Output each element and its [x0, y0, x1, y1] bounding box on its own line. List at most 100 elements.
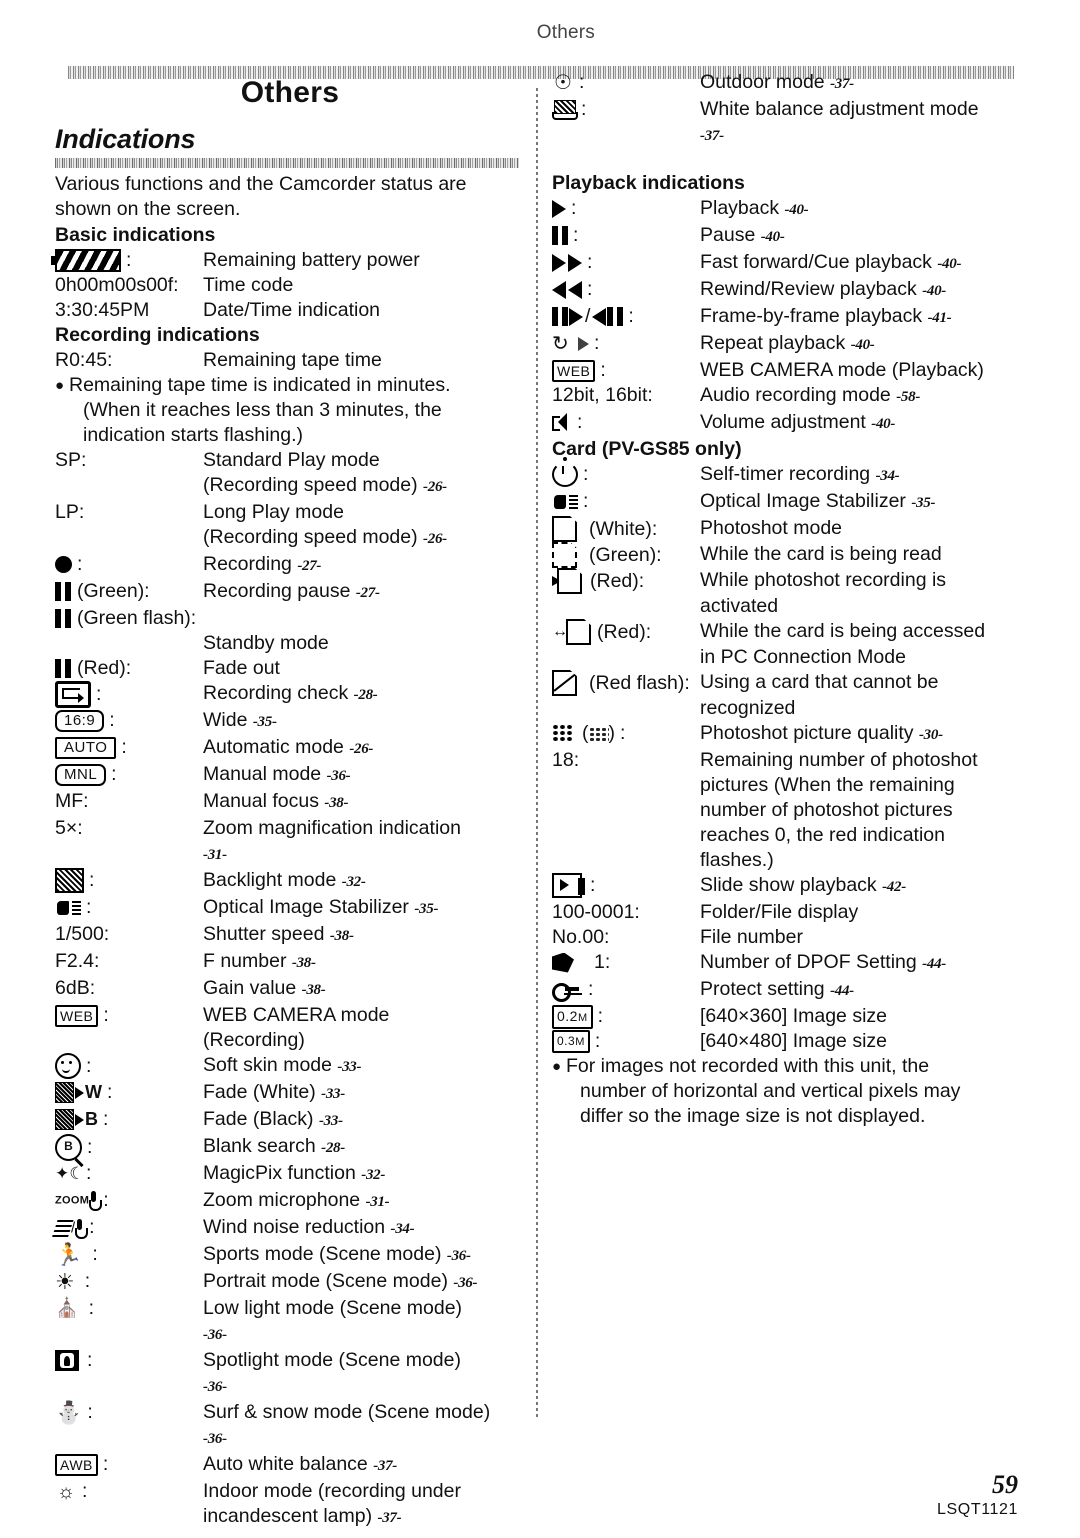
list-item: : Spotlight mode (Scene mode) — [55, 1348, 525, 1373]
desc-size-02m: [640×360] Image size — [700, 1005, 888, 1027]
frame-by-frame-icon: / — [552, 304, 624, 329]
term-audio-mode: 12bit, 16bit: — [552, 384, 653, 406]
list-item: /: Frame-by-frame playback -41- — [552, 304, 1022, 331]
list-item: : Self-timer recording -34- — [552, 457, 1022, 489]
desc-surf-snow: Surf & snow mode (Scene mode) — [203, 1401, 491, 1423]
term-manual: MNL: — [55, 762, 203, 787]
desc-card-write-cont: activated — [700, 595, 779, 617]
page-ref: -37- — [700, 128, 724, 144]
list-item-cont: -36- — [55, 1321, 525, 1348]
page-ref: -26- — [423, 479, 447, 495]
document-code: LSQT1121 — [937, 1501, 1018, 1518]
fast-forward-icon — [552, 250, 582, 275]
list-item: ☀: Portrait mode (Scene mode) -36- — [55, 1269, 525, 1296]
list-item: AUTO: Automatic mode -26- — [55, 735, 525, 762]
desc-wide: Wide — [203, 709, 248, 731]
spotlight-mode-icon — [55, 1350, 79, 1371]
list-item: : Optical Image Stabilizer -35- — [55, 895, 525, 922]
term-fast-forward: : — [552, 250, 700, 275]
column-divider — [536, 88, 538, 1418]
desc-card-access-cont: in PC Connection Mode — [700, 646, 906, 668]
page-ref: -36- — [203, 1327, 227, 1343]
desc-shutter: Shutter speed — [203, 923, 325, 945]
term-fnumber: F2.4: — [55, 950, 100, 972]
list-item: : Soft skin mode -33- — [55, 1053, 525, 1080]
list-item: W: Fade (White) -33- — [55, 1080, 525, 1107]
desc-card-green: While the card is being read — [700, 543, 942, 565]
term-label: (Green flash): — [77, 607, 197, 629]
heading-basic-indications: Basic indications — [55, 224, 216, 246]
term-auto: AUTO: — [55, 735, 203, 760]
page-ref: -44- — [922, 956, 946, 972]
desc-fade-white: Fade (White) — [203, 1081, 316, 1103]
note-image-size: ● For images not recorded with this unit… — [552, 1054, 1022, 1129]
term-web-camera: WEB: — [55, 1003, 203, 1028]
right-column: ☉: Outdoor mode -37- : White balance adj… — [552, 70, 1022, 1129]
term-recording-check: : — [55, 681, 203, 708]
page-ref: -27- — [297, 558, 322, 574]
list-item: ↔ (Red): While the card is being accesse… — [552, 619, 1022, 645]
desc-wb-adjust: White balance adjustment mode — [700, 98, 979, 120]
list-item: 1: Number of DPOF Setting -44- — [552, 950, 1022, 977]
list-item: 🏃: Sports mode (Scene mode) -36- — [55, 1242, 525, 1269]
desc-repeat: Repeat playback — [700, 332, 846, 354]
desc-standby: Standby mode — [203, 632, 329, 654]
page-ref: -40- — [871, 416, 896, 432]
term-card-error: (Red flash): — [552, 670, 700, 696]
list-item: /: Wind noise reduction -34- — [52, 1215, 525, 1242]
term-battery: : — [51, 248, 203, 273]
outdoor-mode-icon: ☉ — [554, 71, 572, 94]
list-item: (Green): While the card is being read — [552, 542, 1022, 568]
list-item: WEB: WEB CAMERA mode (Playback) — [552, 358, 1022, 383]
volume-icon — [552, 413, 572, 432]
blank-search-icon: B — [55, 1134, 82, 1161]
note-line: For images not recorded with this unit, … — [566, 1055, 930, 1077]
list-item: : Pause -40- — [552, 223, 1022, 250]
term-label: (Red): — [77, 657, 132, 679]
desc-web-camera: WEB CAMERA mode — [203, 1004, 390, 1026]
page-ref: -38- — [291, 955, 316, 971]
desc-line: reaches 0, the red indication — [700, 824, 945, 846]
list-item: 6dB: Gain value -38- — [55, 976, 525, 1003]
self-timer-icon — [552, 457, 578, 487]
list-item: 12bit, 16bit: Audio recording mode -58- — [552, 383, 1022, 410]
magicpix-icon: ✦☾ — [55, 1163, 85, 1183]
desc-card-access: While the card is being accessed — [700, 620, 986, 642]
page-header: Others — [0, 22, 1080, 79]
portrait-mode-icon: ☀ — [55, 1268, 75, 1294]
term-recording-pause: (Green): — [55, 579, 203, 604]
page-number: 59 — [992, 1470, 1018, 1499]
desc-card-white: Photoshot mode — [700, 517, 843, 539]
term-ois: : — [55, 895, 203, 920]
term-size-02m: 0.2M: — [552, 1004, 700, 1029]
image-stabilizer-icon — [552, 492, 578, 512]
desc-line: flashes.) — [700, 849, 774, 871]
page-ref: -38- — [301, 982, 326, 998]
desc-fast-forward: Fast forward/Cue playback — [700, 251, 932, 273]
term-card-green: (Green): — [552, 542, 700, 568]
note-line: indication starts flashing.) — [83, 424, 304, 446]
desc-low-light: Low light mode (Scene mode) — [203, 1297, 463, 1319]
page-ref: -36- — [326, 768, 351, 784]
desc-recording-pause: Recording pause — [203, 580, 351, 602]
desc-lp: Long Play mode — [203, 501, 344, 523]
protect-key-icon — [552, 982, 580, 1002]
note-line: differ so the image size is not displaye… — [580, 1105, 926, 1127]
desc-line: number of photoshot pictures — [700, 799, 953, 821]
card-green-icon — [552, 542, 577, 568]
backlight-icon — [55, 868, 84, 893]
low-light-mode-icon: ⛪ — [55, 1297, 79, 1319]
term-magicpix: ✦☾: — [55, 1162, 92, 1184]
page-ref: -28- — [321, 1140, 345, 1156]
term-outdoor: ☉: — [552, 70, 700, 95]
desc-manual: Manual mode — [203, 763, 322, 785]
list-item: : Volume adjustment -40- — [552, 410, 1022, 437]
desc-slide-show: Slide show playback — [700, 874, 877, 896]
list-item: (White): Photoshot mode — [552, 516, 1022, 542]
page-title: Others — [240, 76, 340, 109]
desc-recording: Recording — [203, 553, 292, 575]
page-ref: -40- — [850, 337, 875, 353]
list-item: ⛪: Low light mode (Scene mode) — [55, 1296, 525, 1321]
page-ref: -28- — [353, 687, 378, 703]
list-item: : Fast forward/Cue playback -40- — [552, 250, 1022, 277]
